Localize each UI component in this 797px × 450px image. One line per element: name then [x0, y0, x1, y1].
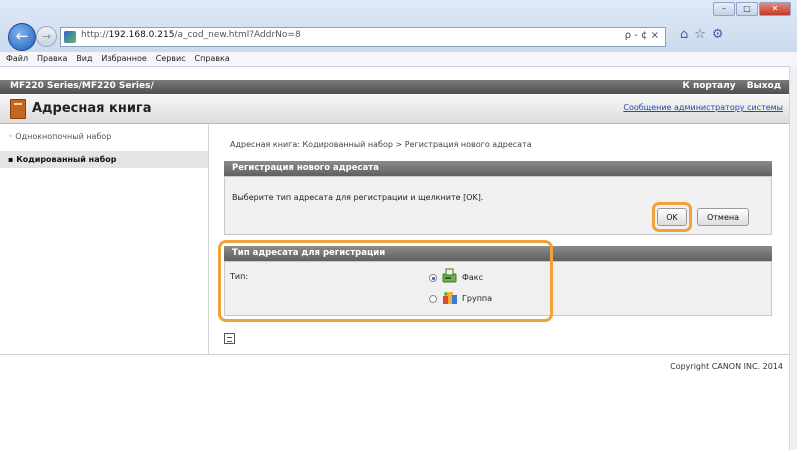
sidebar: ◦ Однокнопочный набор ▪ Кодированный наб… [0, 124, 209, 354]
device-name: MF220 Series/MF220 Series/ [10, 81, 154, 91]
cancel-button[interactable]: Отмена [697, 208, 749, 226]
footer-divider [0, 354, 789, 355]
device-top-bar: MF220 Series/MF220 Series/ К порталу Вых… [0, 80, 789, 94]
window-controls: – □ ✕ [713, 2, 791, 16]
instruction-text: Выберите тип адресата для регистрации и … [232, 193, 484, 202]
favorites-star-icon[interactable]: ☆ [694, 27, 706, 42]
site-favicon-icon [64, 31, 76, 43]
menu-favorites[interactable]: Избранное [101, 52, 146, 66]
admin-message-link[interactable]: Сообщение администратору системы [623, 103, 783, 112]
page-title-bar: Адресная книга Сообщение администратору … [0, 95, 789, 124]
logout-link[interactable]: Выход [747, 81, 781, 91]
menu-view[interactable]: Вид [76, 52, 92, 66]
maximize-button[interactable]: □ [736, 2, 758, 16]
bullet-icon: ▪ [8, 155, 17, 164]
forward-button[interactable]: → [36, 26, 57, 47]
option-label-fax: Факс [462, 273, 484, 282]
portal-link[interactable]: К порталу [683, 81, 736, 91]
home-icon[interactable]: ⌂ [680, 27, 688, 42]
browser-toolbar-icons: ⌂ ☆ ⚙ [680, 27, 724, 42]
type-highlight [218, 240, 553, 322]
menu-tools[interactable]: Сервис [156, 52, 186, 66]
vertical-scrollbar[interactable] [789, 66, 797, 450]
sidebar-item-label: Однокнопочный набор [15, 132, 112, 141]
browser-menubar: Файл Правка Вид Избранное Сервис Справка [0, 52, 797, 67]
sidebar-item-label: Кодированный набор [16, 155, 117, 164]
address-controls[interactable]: ρ - ¢ × [625, 30, 659, 41]
radio-group[interactable] [429, 295, 437, 303]
back-button[interactable]: ← [8, 23, 36, 51]
close-window-button[interactable]: ✕ [759, 2, 791, 16]
option-label-group: Группа [462, 294, 493, 303]
address-url: http://192.168.0.215/a_cod_new.html?Addr… [81, 30, 301, 40]
copyright-text: Copyright CANON INC. 2014 [670, 362, 783, 371]
settings-gear-icon[interactable]: ⚙ [712, 27, 724, 42]
menu-help[interactable]: Справка [195, 52, 230, 66]
type-label: Тип: [230, 272, 249, 281]
address-book-icon [10, 99, 26, 119]
menu-file[interactable]: Файл [6, 52, 28, 66]
menu-edit[interactable]: Правка [37, 52, 67, 66]
sidebar-item-one-touch[interactable]: ◦ Однокнопочный набор [0, 128, 208, 145]
ok-button[interactable]: OK [657, 208, 687, 226]
address-bar[interactable]: http://192.168.0.215/a_cod_new.html?Addr… [60, 27, 666, 47]
radio-fax[interactable] [429, 274, 437, 282]
sidebar-item-coded-dial[interactable]: ▪ Кодированный набор [0, 151, 208, 168]
section-header-registration: Регистрация нового адресата [224, 161, 772, 176]
page-title: Адресная книга [32, 101, 152, 116]
fax-icon [442, 268, 457, 283]
group-icon [443, 292, 457, 304]
breadcrumb: Адресная книга: Кодированный набор > Рег… [230, 140, 532, 149]
minimize-button[interactable]: – [713, 2, 735, 16]
print-icon[interactable] [224, 333, 235, 344]
